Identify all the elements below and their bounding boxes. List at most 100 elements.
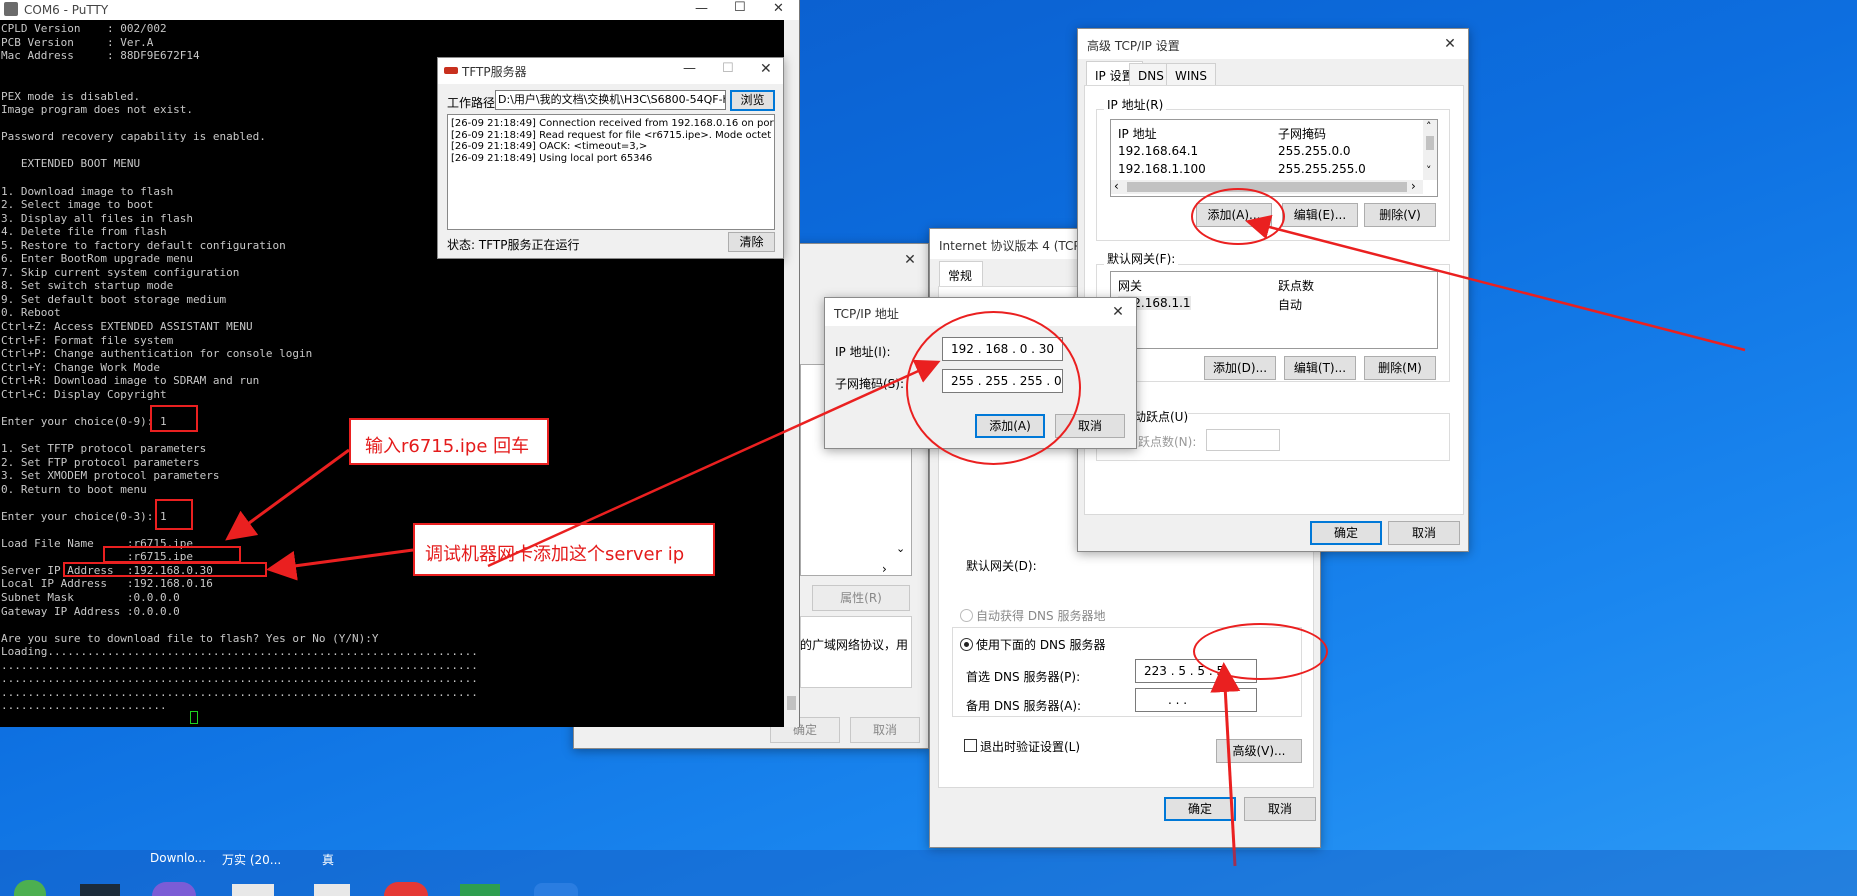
list-scroll-right-icon[interactable]: › — [882, 562, 887, 576]
terminal-line: ........................................… — [1, 685, 478, 699]
scroll-thumb[interactable] — [1127, 182, 1407, 192]
tab-general[interactable]: 常规 — [939, 261, 983, 287]
col-gateway[interactable]: 网关 — [1118, 277, 1142, 294]
log-entry: [26-09 21:18:49] Read request for file <… — [451, 129, 772, 141]
terminal-line: Enter your choice(0-3): 1 — [1, 509, 167, 523]
horizontal-scrollbar[interactable]: ‹ › — [1111, 179, 1423, 194]
clear-button[interactable]: 清除 — [728, 232, 775, 252]
gateway-list[interactable]: 网关 跃点数 192.168.1.1 自动 — [1110, 271, 1438, 349]
taskbar-label-1[interactable]: Downlo... — [150, 851, 206, 865]
minimize-icon[interactable]: — — [695, 1, 708, 16]
terminal-line: 0. Reboot — [1, 306, 61, 320]
terminal-line: 9. Set default boot storage medium — [1, 292, 227, 306]
ip-address-group-label: IP 地址(R) — [1104, 96, 1167, 113]
alternate-dns-label: 备用 DNS 服务器(A): — [966, 699, 1082, 713]
auto-dns-label: 自动获得 DNS 服务器地 — [976, 609, 1106, 623]
terminal-line: Gateway IP Address :0.0.0.0 — [1, 604, 180, 618]
auto-dns-radio[interactable] — [960, 609, 973, 622]
minimize-icon[interactable]: — — [683, 61, 696, 76]
advanced-tcpip-dialog: 高级 TCP/IP 设置 ✕ IP 设置 DNS WINS IP 地址(R) I… — [1077, 28, 1469, 552]
terminal-line: 8. Set switch startup mode — [1, 279, 174, 293]
close-icon[interactable]: ✕ — [1440, 34, 1460, 54]
scroll-up-icon[interactable]: ˄ — [1426, 120, 1432, 133]
list-scroll-down-icon[interactable]: ⌄ — [896, 542, 905, 555]
advanced-button[interactable]: 高级(V)... — [1216, 739, 1302, 763]
vscroll-thumb[interactable] — [1426, 136, 1434, 150]
add-gateway-button[interactable]: 添加(D)... — [1204, 356, 1276, 380]
close-icon[interactable]: ✕ — [773, 1, 784, 16]
gateway-label: 默认网关(D): — [966, 559, 1037, 573]
tftp-status: 状态: TFTP服务正在运行 — [447, 238, 580, 252]
close-icon[interactable]: ✕ — [900, 250, 920, 270]
terminal-line: Ctrl+Y: Change Work Mode — [1, 360, 160, 374]
alternate-dns-input[interactable]: . . . — [1135, 688, 1257, 712]
terminal-line: Subnet Mask :0.0.0.0 — [1, 590, 180, 604]
annotation-add-server-ip: 调试机器网卡添加这个server ip — [413, 523, 715, 576]
auto-metric-label: 动跃点(U) — [1134, 408, 1189, 425]
taskbar-app-icon-2[interactable] — [80, 884, 120, 896]
vertical-scrollbar[interactable]: ˄ ˅ — [1423, 120, 1437, 180]
advanced-ok-button[interactable]: 确定 — [1310, 521, 1382, 545]
remove-ip-button[interactable]: 删除(V) — [1364, 203, 1436, 227]
advanced-cancel-button[interactable]: 取消 — [1388, 521, 1460, 545]
metric-input[interactable] — [1206, 429, 1280, 451]
taskbar-app-icon-7[interactable] — [460, 884, 500, 896]
terminal-line: Ctrl+R: Download image to SDRAM and run — [1, 374, 260, 388]
terminal-line: ........................................… — [1, 658, 478, 672]
taskbar-label-3[interactable]: 真 — [322, 851, 334, 868]
taskbar-app-icon-8[interactable] — [534, 883, 578, 896]
close-icon[interactable]: ✕ — [1108, 302, 1128, 322]
col-metric[interactable]: 跃点数 — [1278, 277, 1314, 294]
ip-row-1-ip[interactable]: 192.168.64.1 — [1118, 144, 1198, 158]
log-entry: [26-09 21:18:49] OACK: <timeout=3,> — [451, 141, 648, 152]
taskbar-app-icon-5[interactable] — [314, 884, 350, 896]
server-ip-highlight — [63, 562, 267, 577]
ip-row-2-mask[interactable]: 255.255.255.0 — [1278, 162, 1366, 176]
scroll-thumb[interactable] — [787, 696, 796, 710]
tftp-log[interactable]: [26-09 21:18:49] Connection received fro… — [447, 114, 775, 230]
terminal-line: Are you sure to download file to flash? … — [1, 631, 379, 645]
scroll-right-icon[interactable]: › — [1411, 179, 1416, 193]
taskbar-app-icon-3[interactable] — [152, 882, 196, 896]
validate-checkbox[interactable] — [964, 739, 977, 752]
edit-gateway-button[interactable]: 编辑(T)... — [1284, 356, 1356, 380]
tftp-title: TFTP服务器 — [462, 65, 527, 79]
close-icon[interactable]: ✕ — [760, 61, 772, 77]
edit-ip-button[interactable]: 编辑(E)... — [1282, 203, 1358, 227]
remove-gateway-button[interactable]: 删除(M) — [1364, 356, 1436, 380]
path-input[interactable]: D:\用户\我的文档\交换机\H3C\S6800-54QF-h3 — [495, 90, 726, 110]
col-mask[interactable]: 子网掩码 — [1278, 125, 1326, 142]
maximize-icon[interactable]: ☐ — [734, 0, 746, 15]
terminal-line: 3. Set XMODEM protocol parameters — [1, 469, 220, 483]
taskbar-app-icon-6[interactable] — [384, 882, 428, 896]
ip-label: IP 地址(I): — [835, 345, 891, 359]
scroll-left-icon[interactable]: ‹ — [1114, 179, 1119, 193]
tcpip-address-title: TCP/IP 地址 — [834, 307, 899, 321]
terminal-scrollbar[interactable] — [784, 20, 799, 727]
ipv4-cancel-btn[interactable]: 取消 — [1244, 797, 1316, 821]
properties-button[interactable]: 属性(R) — [812, 585, 910, 611]
gateway-row-1-metric[interactable]: 自动 — [1278, 296, 1302, 313]
terminal-cursor — [190, 711, 198, 724]
putty-title: COM6 - PuTTY — [24, 3, 109, 17]
taskbar-label-2[interactable]: 万实 (20... — [222, 851, 281, 868]
advanced-button-highlight — [1193, 623, 1328, 680]
browse-button[interactable]: 浏览 — [730, 90, 775, 111]
taskbar-app-icon-4[interactable] — [232, 884, 274, 896]
maximize-icon[interactable]: ☐ — [722, 61, 734, 76]
metric-label: 跃点数(N): — [1138, 435, 1197, 449]
ip-row-2-ip[interactable]: 192.168.1.100 — [1118, 162, 1206, 176]
ipv4-ok-btn[interactable]: 确定 — [1164, 797, 1236, 821]
advanced-title: 高级 TCP/IP 设置 — [1087, 39, 1180, 53]
ip-address-list[interactable]: IP 地址 子网掩码 192.168.64.1 255.255.0.0 192.… — [1110, 119, 1438, 197]
scroll-down-icon[interactable]: ˅ — [1426, 164, 1432, 177]
cancel-button[interactable]: 取消 — [850, 717, 920, 743]
col-ip[interactable]: IP 地址 — [1118, 125, 1157, 142]
advanced-titlebar: 高级 TCP/IP 设置 ✕ — [1078, 29, 1468, 59]
annotation-add-server-ip-text: 调试机器网卡添加这个server ip — [425, 544, 685, 565]
tftp-server-window: TFTP服务器 — ☐ ✕ 工作路径: D:\用户\我的文档\交换机\H3C\S… — [437, 57, 784, 259]
ip-row-1-mask[interactable]: 255.255.0.0 — [1278, 144, 1351, 158]
